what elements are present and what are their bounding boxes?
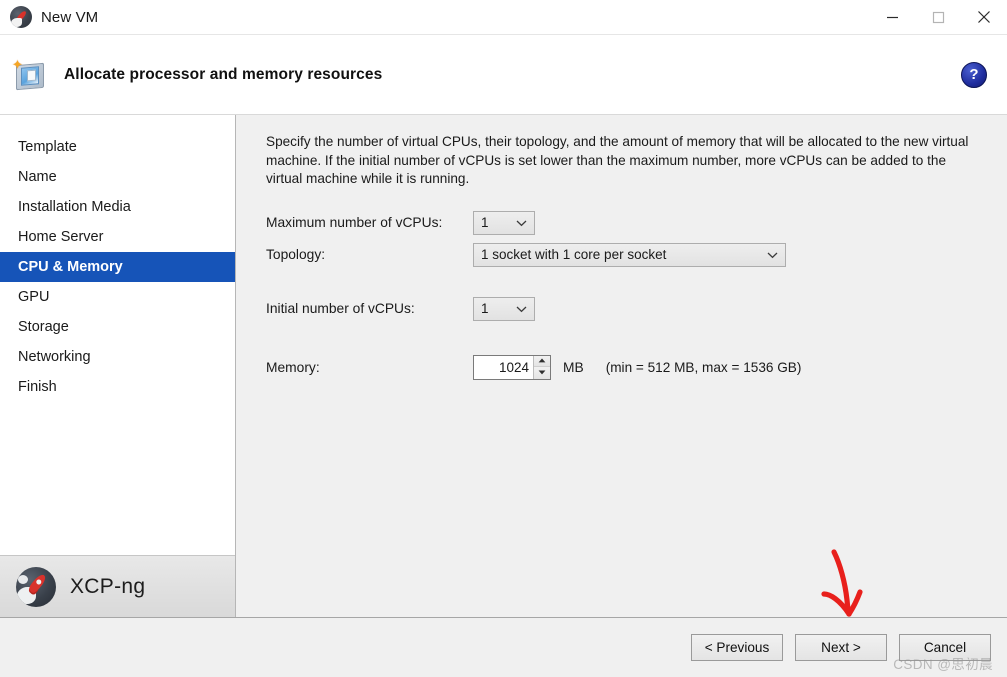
page-title: Allocate processor and memory resources	[64, 65, 383, 83]
sidebar-item-label: Finish	[18, 379, 57, 395]
new-vm-wizard-window: New VM ✦ Allocate processor and memory r…	[0, 0, 1007, 677]
sidebar-item-label: Home Server	[18, 229, 104, 245]
minimize-icon[interactable]	[869, 0, 915, 35]
spinner-up-icon[interactable]	[534, 355, 550, 367]
brand-footer: XCP-ng	[0, 555, 235, 617]
close-icon[interactable]	[961, 0, 1007, 35]
page-description: Specify the number of virtual CPUs, thei…	[266, 134, 969, 186]
sidebar-item-label: Networking	[18, 349, 91, 365]
window-controls	[869, 0, 1007, 35]
sidebar-item-installation-media[interactable]: Installation Media	[0, 192, 235, 222]
memory-unit-label: MB	[563, 359, 584, 375]
window-title: New VM	[41, 8, 99, 26]
sidebar-item-finish[interactable]: Finish	[0, 372, 235, 402]
chevron-down-icon	[516, 220, 527, 226]
topology-label: Topology:	[266, 247, 326, 262]
resource-form: Maximum number of vCPUs: 1 Topology: 1 s…	[266, 210, 985, 380]
wizard-content: Specify the number of virtual CPUs, thei…	[236, 115, 1007, 617]
topology-select[interactable]: 1 socket with 1 core per socket	[473, 242, 786, 267]
max-vcpus-label: Maximum number of vCPUs:	[266, 215, 443, 230]
memory-input[interactable]: 1024	[474, 356, 533, 379]
csdn-watermark: CSDN @思初晨	[893, 657, 993, 672]
spinner-down-icon[interactable]	[534, 367, 550, 379]
sidebar-item-cpu-memory[interactable]: CPU & Memory	[0, 252, 235, 282]
memory-range-hint: (min = 512 MB, max = 1536 GB)	[605, 359, 802, 375]
sidebar-item-label: Name	[18, 169, 57, 185]
sidebar-item-template[interactable]: Template	[0, 132, 235, 162]
sidebar-item-label: Template	[18, 139, 77, 155]
sidebar-item-home-server[interactable]: Home Server	[0, 222, 235, 252]
sidebar-item-label: Storage	[18, 319, 69, 335]
brand-label: XCP-ng	[70, 574, 146, 598]
initial-vcpus-label: Initial number of vCPUs:	[266, 301, 415, 316]
initial-vcpus-row: Initial number of vCPUs: 1	[266, 296, 985, 321]
sidebar-item-gpu[interactable]: GPU	[0, 282, 235, 312]
sidebar-item-networking[interactable]: Networking	[0, 342, 235, 372]
memory-stepper[interactable]: 1024	[473, 354, 551, 380]
memory-spinner-buttons	[533, 355, 550, 379]
wizard-body: Template Name Installation Media Home Se…	[0, 115, 1007, 618]
sidebar-item-name[interactable]: Name	[0, 162, 235, 192]
maximize-icon[interactable]	[915, 0, 961, 35]
sidebar-item-label: Installation Media	[18, 199, 131, 215]
max-vcpus-select[interactable]: 1	[473, 210, 535, 235]
next-button[interactable]: Next >	[795, 634, 887, 661]
xcp-ng-logo-icon	[16, 566, 56, 607]
title-bar: New VM	[0, 0, 1007, 35]
help-icon[interactable]: ?	[961, 61, 987, 88]
wizard-sidebar: Template Name Installation Media Home Se…	[0, 115, 236, 617]
initial-vcpus-select[interactable]: 1	[473, 296, 535, 321]
initial-vcpus-value: 1	[481, 301, 489, 316]
topology-value: 1 socket with 1 core per socket	[481, 247, 667, 262]
sidebar-item-label: GPU	[18, 289, 50, 305]
memory-label: Memory:	[266, 359, 320, 375]
wizard-step-list: Template Name Installation Media Home Se…	[0, 115, 235, 402]
chevron-down-icon	[767, 252, 778, 258]
chevron-down-icon	[516, 306, 527, 312]
sidebar-item-label: CPU & Memory	[18, 259, 123, 275]
xcp-ng-rocket-icon	[10, 6, 32, 28]
max-vcpus-row: Maximum number of vCPUs: 1	[266, 210, 985, 235]
sparkle-icon: ✦	[12, 56, 23, 72]
max-vcpus-value: 1	[481, 215, 489, 230]
memory-row: Memory: 1024 MB (min = 512 MB, max = 153…	[266, 354, 985, 380]
sidebar-item-storage[interactable]: Storage	[0, 312, 235, 342]
wizard-footer: < Previous Next > Cancel	[0, 618, 1007, 677]
wizard-header: ✦ Allocate processor and memory resource…	[0, 35, 1007, 115]
topology-row: Topology: 1 socket with 1 core per socke…	[266, 242, 985, 267]
previous-button[interactable]: < Previous	[691, 634, 783, 661]
new-vm-wizard-icon: ✦	[12, 56, 46, 91]
